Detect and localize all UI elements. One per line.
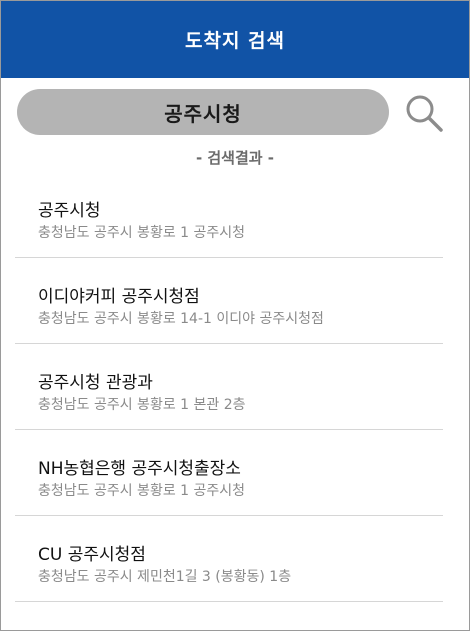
result-name: 공주시청 관광과 xyxy=(38,373,153,393)
result-address: 충청남도 공주시 제민천1길 3 (봉황동) 1층 xyxy=(38,569,292,585)
search-icon xyxy=(406,95,443,132)
search-input[interactable]: 공주시청 xyxy=(17,89,389,135)
search-button[interactable] xyxy=(401,90,447,136)
result-item[interactable]: CU 공주시청점 충청남도 공주시 제민천1길 3 (봉황동) 1층 xyxy=(15,516,443,602)
app-window: 도착지 검색 공주시청 - 검색결과 - 공주시청 충청남도 공주시 봉황로 1… xyxy=(0,0,470,631)
result-address: 충청남도 공주시 봉황로 1 본관 2층 xyxy=(38,397,246,413)
result-item[interactable]: 이디야커피 공주시청점 충청남도 공주시 봉황로 14-1 이디야 공주시청점 xyxy=(15,258,443,344)
result-item[interactable]: 공주시청 충청남도 공주시 봉황로 1 공주시청 xyxy=(15,172,443,258)
result-list: 공주시청 충청남도 공주시 봉황로 1 공주시청 이디야커피 공주시청점 충청남… xyxy=(1,172,469,602)
result-item[interactable]: 공주시청 관광과 충청남도 공주시 봉황로 1 본관 2층 xyxy=(15,344,443,430)
results-caption: - 검색결과 - xyxy=(195,149,275,167)
result-address: 충청남도 공주시 봉황로 1 공주시청 xyxy=(38,483,246,499)
result-name: NH농협은행 공주시청출장소 xyxy=(38,459,241,479)
result-item[interactable]: NH농협은행 공주시청출장소 충청남도 공주시 봉황로 1 공주시청 xyxy=(15,430,443,516)
page-title: 도착지 검색 xyxy=(184,30,285,52)
result-name: CU 공주시청점 xyxy=(38,545,146,565)
search-bar: 공주시청 xyxy=(1,78,469,148)
result-address: 충청남도 공주시 봉황로 14-1 이디야 공주시청점 xyxy=(38,311,324,327)
result-name: 이디야커피 공주시청점 xyxy=(38,287,200,307)
result-name: 공주시청 xyxy=(38,201,101,221)
app-header: 도착지 검색 xyxy=(1,1,469,78)
result-address: 충청남도 공주시 봉황로 1 공주시청 xyxy=(38,225,246,241)
